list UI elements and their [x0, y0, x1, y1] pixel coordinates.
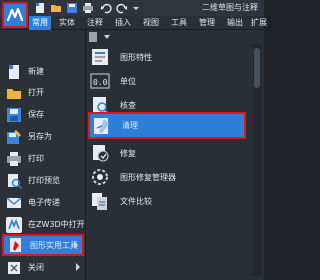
submenu-item-label: 清理: [122, 121, 138, 130]
scrollbar-thumb[interactable]: [254, 48, 260, 88]
menu-item-label: 在ZW3D中打开: [28, 220, 85, 229]
app-logo-icon: [6, 7, 24, 22]
menu-item-close[interactable]: 关闭: [2, 258, 84, 277]
print-icon[interactable]: [82, 2, 94, 14]
drawing-utilities-submenu: 图形特性 0.0 单位 核查 清理 修复 图形修复管理器 文件比较: [86, 30, 264, 280]
new-file-icon: [6, 64, 22, 80]
open-folder-icon[interactable]: [50, 2, 62, 14]
submenu-item-label: 修复: [120, 148, 136, 158]
svg-text:0.0: 0.0: [93, 78, 108, 87]
menu-item-new[interactable]: 新建: [2, 62, 84, 81]
menu-item-open[interactable]: 打开: [2, 83, 84, 102]
open-folder-icon: [6, 85, 22, 101]
print-preview-icon: [6, 173, 23, 189]
menu-item-label: 打印: [28, 154, 44, 163]
dropdown-icon[interactable]: [102, 32, 112, 42]
app-menu-button[interactable]: [2, 2, 28, 28]
tab-manage[interactable]: 管理: [196, 16, 218, 30]
drawing-properties-icon: [90, 47, 110, 67]
menu-item-save[interactable]: 保存: [2, 105, 84, 124]
menu-item-label: 新建: [28, 67, 44, 76]
submenu-item-recovery-manager[interactable]: 图形修复管理器: [88, 164, 248, 190]
print-icon: [6, 151, 22, 167]
dropdown-icon[interactable]: [130, 2, 142, 14]
tab-home[interactable]: 常用: [29, 16, 51, 30]
application-menu: 新建 打开 保存 另存为 打印 打印预览 电子传递 在ZW3D中打开 图形实用工…: [0, 30, 264, 280]
ribbon-tab-row: 常用 实体 注释 插入 视图 工具 管理 输出 扩展: [0, 16, 267, 30]
menu-item-etransmit[interactable]: 电子传递: [2, 193, 84, 212]
menu-item-label: 打开: [28, 88, 44, 97]
save-icon[interactable]: [66, 2, 78, 14]
undo-icon[interactable]: [100, 2, 112, 14]
etransmit-icon: [6, 195, 22, 211]
save-as-icon: [6, 129, 22, 145]
quick-access-toolbar: [34, 2, 142, 14]
submenu-item-label: 文件比较: [120, 196, 152, 206]
document-icon[interactable]: [88, 32, 98, 42]
menu-item-save-as[interactable]: 另存为: [2, 127, 84, 146]
submenu-item-file-compare[interactable]: 文件比较: [88, 188, 248, 214]
menu-item-label: 另存为: [28, 132, 52, 141]
tab-annotate[interactable]: 注释: [84, 16, 106, 30]
save-icon: [6, 107, 22, 123]
submenu-item-label: 单位: [120, 76, 136, 86]
document-title: 二维草图与注释: [202, 3, 258, 12]
tab-tools[interactable]: 工具: [168, 16, 190, 30]
file-compare-icon: [90, 191, 110, 211]
drawing-utilities-icon: [8, 237, 24, 253]
menu-item-label: 图形实用工具: [30, 240, 78, 250]
submenu-toolbar: [88, 32, 260, 42]
submenu-item-drawing-properties[interactable]: 图形特性: [88, 44, 248, 70]
close-file-icon: [6, 260, 22, 276]
submenu-item-label: 图形修复管理器: [120, 172, 176, 182]
submenu-item-recover[interactable]: 修复: [88, 140, 248, 166]
menu-item-print-preview[interactable]: 打印预览: [2, 171, 84, 190]
tab-insert[interactable]: 插入: [112, 16, 134, 30]
file-menu-list: 新建 打开 保存 另存为 打印 打印预览 电子传递 在ZW3D中打开 图形实用工…: [0, 30, 86, 280]
menu-item-label: 关闭: [28, 263, 44, 272]
menu-item-open-in-zw3d[interactable]: 在ZW3D中打开: [2, 215, 85, 234]
submenu-item-purge[interactable]: 清理: [88, 112, 246, 139]
tab-output[interactable]: 输出: [224, 16, 246, 30]
submenu-item-units[interactable]: 0.0 单位: [88, 68, 248, 94]
submenu-item-label: 图形特性: [120, 52, 152, 62]
submenu-arrow-icon: [74, 241, 78, 249]
zw3d-icon: [6, 216, 22, 233]
tab-solid[interactable]: 实体: [56, 16, 78, 30]
units-icon: 0.0: [90, 71, 110, 91]
submenu-arrow-icon: [76, 263, 80, 271]
purge-icon: [92, 116, 112, 136]
tab-extend[interactable]: 扩展: [250, 16, 268, 30]
tab-view[interactable]: 视图: [140, 16, 162, 30]
menu-item-print[interactable]: 打印: [2, 149, 84, 168]
menu-item-label: 保存: [28, 110, 44, 119]
menu-item-label: 打印预览: [28, 176, 60, 185]
title-bar: 二维草图与注释: [0, 0, 264, 16]
submenu-scrollbar[interactable]: [253, 44, 261, 276]
new-doc-icon[interactable]: [34, 2, 46, 14]
recovery-manager-icon: [90, 167, 110, 187]
submenu-item-label: 核查: [120, 100, 136, 110]
menu-item-drawing-utilities[interactable]: 图形实用工具: [2, 234, 84, 256]
menu-item-label: 电子传递: [28, 198, 60, 207]
redo-icon[interactable]: [116, 2, 128, 14]
recover-icon: [90, 143, 110, 163]
